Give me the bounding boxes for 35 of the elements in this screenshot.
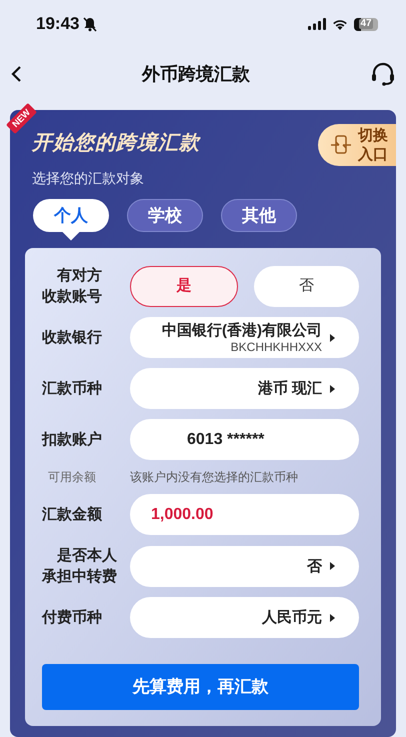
status-time: 19:43	[36, 13, 80, 36]
signal-icon	[308, 18, 326, 30]
switch-icon	[330, 134, 352, 156]
field-label: 汇款金额	[42, 505, 103, 525]
input-field[interactable]: 中国银行(香港)有限公司 BKCHHKHHXXX	[130, 317, 359, 358]
input-field[interactable]: 否	[130, 546, 359, 586]
caret-icon	[330, 334, 335, 342]
caret-icon	[330, 562, 335, 570]
field-label: 有对方收款账号	[42, 266, 103, 307]
recipient-tab[interactable]: 其他	[221, 199, 297, 232]
option-button[interactable]: 否	[254, 266, 359, 306]
field-label: 扣款账户	[42, 430, 103, 450]
wifi-icon	[332, 18, 348, 30]
submit-button[interactable]: 先算费用，再汇款	[42, 664, 359, 710]
headset-icon[interactable]	[370, 61, 396, 87]
back-icon[interactable]	[10, 65, 22, 83]
card-subtitle: 选择您的汇款对象	[32, 169, 145, 188]
page-title: 外币跨境汇款	[142, 62, 250, 86]
input-field[interactable]: 6013 ******	[130, 419, 359, 460]
field-label: 汇款币种	[42, 379, 103, 399]
caret-icon	[330, 614, 335, 622]
input-field[interactable]: 1,000.00	[130, 494, 359, 535]
input-field[interactable]: 港币 现汇	[130, 368, 359, 409]
option-button[interactable]: 是	[130, 266, 238, 306]
switch-button[interactable]: 切换入口	[318, 124, 396, 166]
recipient-tab[interactable]: 学校	[127, 199, 203, 232]
field-label: 收款银行	[42, 328, 103, 348]
caret-icon	[330, 384, 335, 392]
bell-muted-icon	[83, 16, 98, 32]
field-label: 是否本人承担中转费	[42, 546, 118, 587]
field-label: 付费币种	[42, 608, 103, 628]
hint-text: 该账户内没有您选择的汇款币种	[130, 469, 298, 486]
field-label: 可用余额	[47, 469, 97, 486]
input-field[interactable]: 人民币元	[130, 597, 359, 638]
battery-icon: 47	[354, 18, 378, 30]
